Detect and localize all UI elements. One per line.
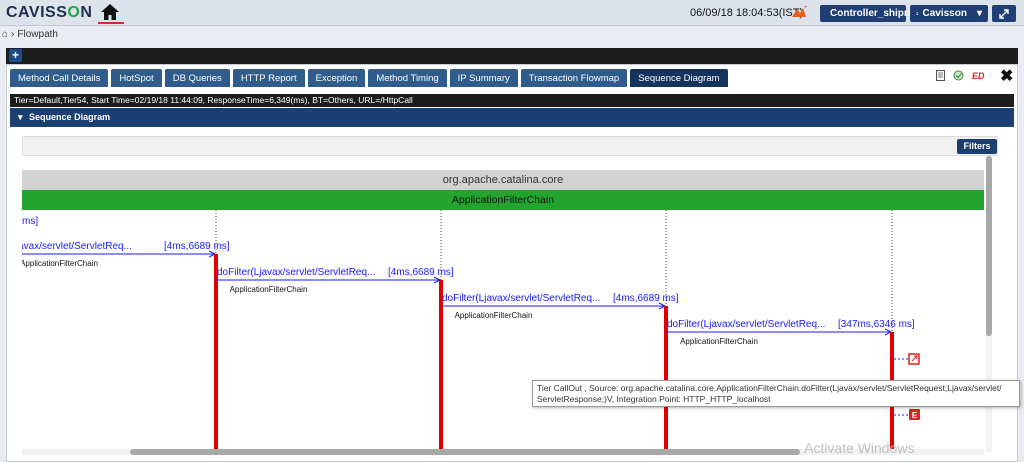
activate-windows-watermark: Activate Windows xyxy=(804,440,915,456)
call-timing-label: [4ms,6689 ms] xyxy=(613,293,679,304)
close-icon[interactable]: ✖ xyxy=(1000,66,1013,86)
user-icon xyxy=(916,12,919,15)
sequence-canvas: ms] lter(Ljavax/servlet/ServletReq... [4m… xyxy=(22,210,920,452)
tab-method-call-details[interactable]: Method Call Details xyxy=(10,69,109,87)
caret-down-icon: ▾ xyxy=(976,8,982,19)
filters-button[interactable]: Filters xyxy=(957,139,997,154)
section-title: Sequence Diagram xyxy=(29,112,111,122)
expand-button[interactable] xyxy=(992,5,1016,22)
tab-tools: ED xyxy=(936,70,985,81)
tab-hotspot[interactable]: HotSpot xyxy=(111,69,162,87)
vertical-scroll-thumb[interactable] xyxy=(986,156,992,336)
chevron-right-icon: › xyxy=(11,29,15,40)
server-datetime: 06/09/18 18:04:53(IST) xyxy=(690,7,804,19)
home-icon[interactable]: ⌂ xyxy=(2,29,8,40)
sequence-diagram-header[interactable]: ▾ Sequence Diagram xyxy=(10,108,1014,127)
call-target-label: ApplicationFilterChain xyxy=(680,337,758,346)
call-timing-label: [4ms,6689 ms] xyxy=(388,267,454,278)
cavisson-logo: CAVISSON xyxy=(6,4,93,21)
call-target-label: ApplicationFilterChain xyxy=(230,285,308,294)
alert-icon[interactable] xyxy=(790,5,808,19)
call-timing-label: [4ms,6689 ms] xyxy=(164,241,230,252)
call-method-label: doFilter(Ljavax/servlet/ServletReq... xyxy=(667,319,825,330)
flowpath-info-bar: Tier=Default,Tier54, Start Time=02/19/18… xyxy=(10,94,1014,107)
sequence-diagram: org.apache.catalina.core ApplicationFilt… xyxy=(22,170,984,452)
breadcrumb: ⌂ › Flowpath xyxy=(2,29,58,40)
call-target-label: ApplicationFilterChain xyxy=(455,311,533,320)
tooltip-line-2: ServletResponse;)V, Integration Point: H… xyxy=(537,394,771,404)
timing-label: ms] xyxy=(22,216,38,227)
tooltip-line-1: Tier CallOut , Source: org.apache.catali… xyxy=(537,383,1002,393)
toolbar-strip xyxy=(6,48,1018,64)
activation-bar xyxy=(214,254,218,452)
expand-icon xyxy=(999,8,1009,19)
call-method-label: doFilter(Ljavax/servlet/ServletReq... xyxy=(217,267,375,278)
refresh-icon[interactable] xyxy=(953,70,964,81)
breadcrumb-current: Flowpath xyxy=(17,29,58,40)
exception-badge-label: E xyxy=(912,411,918,420)
document-icon[interactable] xyxy=(936,70,945,81)
callout-tooltip: Tier CallOut , Source: org.apache.catali… xyxy=(532,380,1020,407)
add-button[interactable]: + xyxy=(9,49,22,62)
tab-db-queries[interactable]: DB Queries xyxy=(164,69,230,87)
tab-transaction-flowmap[interactable]: Transaction Flowmap xyxy=(520,69,628,87)
tab-method-timing[interactable]: Method Timing xyxy=(368,69,447,87)
tab-exception[interactable]: Exception xyxy=(307,69,366,87)
filters-row xyxy=(22,136,998,156)
ed-icon[interactable]: ED xyxy=(972,71,985,81)
call-method-label: lter(Ljavax/servlet/ServletReq... xyxy=(22,241,132,252)
home-icon[interactable] xyxy=(100,3,120,21)
controller-label: Controller_shipra xyxy=(830,8,914,19)
call-method-label: doFilter(Ljavax/servlet/ServletReq... xyxy=(442,293,600,304)
home-active-indicator xyxy=(98,22,124,24)
user-label: Cavisson xyxy=(922,8,967,19)
controller-button[interactable]: Controller_shipra xyxy=(820,5,913,22)
top-header: CAVISSON 06/09/18 18:04:53(IST) Controll… xyxy=(0,0,1024,26)
tab-sequence-diagram[interactable]: Sequence Diagram xyxy=(630,69,728,87)
tab-bar: Method Call Details HotSpot DB Queries HTTP… xyxy=(10,69,728,87)
tab-http-report[interactable]: HTTP Report xyxy=(232,69,305,87)
caret-down-icon: ▾ xyxy=(18,112,23,122)
call-timing-label: [347ms,6346 ms] xyxy=(838,319,915,330)
user-menu-button[interactable]: Cavisson ▾ xyxy=(910,5,988,22)
tab-ip-summary[interactable]: IP Summary xyxy=(449,69,518,87)
call-target-label: ApplicationFilterChain xyxy=(22,259,98,268)
horizontal-scroll-thumb[interactable] xyxy=(130,449,800,455)
